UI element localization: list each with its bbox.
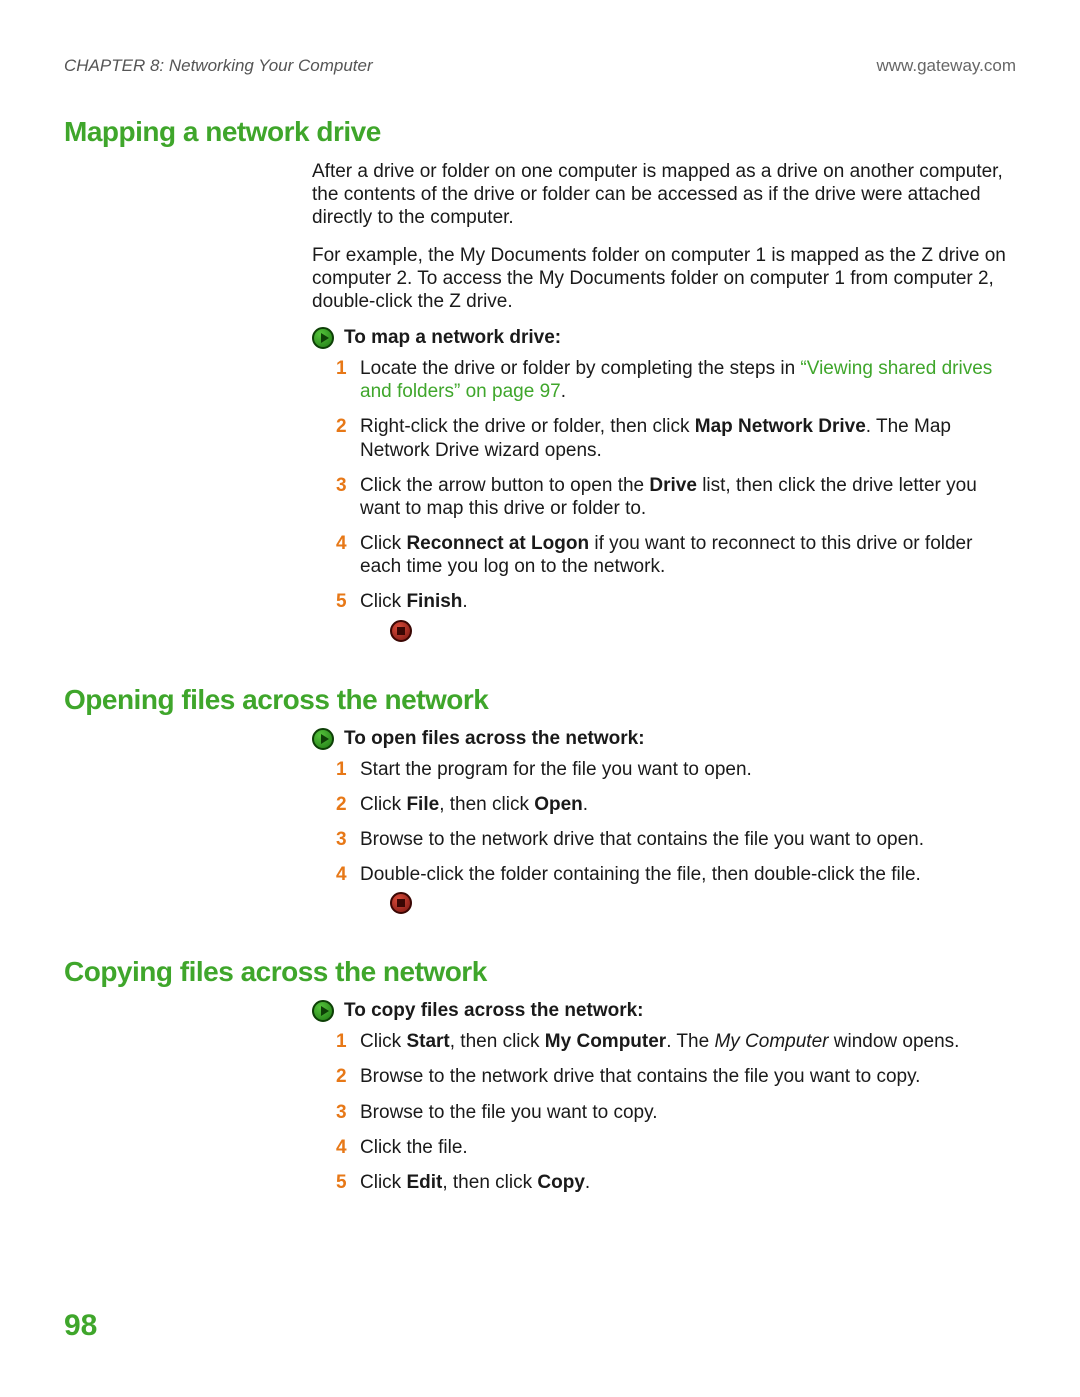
ui-term: Copy [537,1172,585,1193]
step-text: . [462,591,467,612]
step-1: 1 Start the program for the file you wan… [336,758,1016,781]
step-text: , then click [442,1172,537,1193]
step-text: Right-click the drive or folder, then cl… [360,416,695,437]
step-text: . [583,794,588,815]
heading-opening: Opening files across the network [64,684,1016,716]
step-number: 1 [336,1030,347,1053]
mapping-para-2: For example, the My Documents folder on … [312,244,1016,314]
step-text: Locate the drive or folder by completing… [360,358,800,379]
mapping-steps: 1 Locate the drive or folder by completi… [336,357,1016,642]
step-number: 3 [336,1101,347,1124]
step-3: 3 Browse to the network drive that conta… [336,828,1016,851]
step-number: 3 [336,828,347,851]
procedure-title: To map a network drive: [344,327,561,349]
step-3: 3 Click the arrow button to open the Dri… [336,474,1016,520]
step-number: 2 [336,415,347,438]
running-header: CHAPTER 8: Networking Your Computer www.… [64,56,1016,76]
step-number: 4 [336,863,347,886]
step-1: 1 Locate the drive or folder by completi… [336,357,1016,403]
step-text: Click [360,1172,406,1193]
procedure-title: To open files across the network: [344,728,645,750]
heading-mapping: Mapping a network drive [64,116,1016,148]
opening-steps: 1 Start the program for the file you wan… [336,758,1016,915]
step-5: 5 Click Edit, then click Copy. [336,1171,1016,1194]
step-text: Click the arrow button to open the [360,475,649,496]
play-icon [312,327,334,349]
step-text: , then click [439,794,534,815]
step-text: . [585,1172,590,1193]
ui-term: File [406,794,439,815]
step-text: Double-click the folder containing the f… [360,864,921,885]
ui-term: Finish [406,591,462,612]
step-2: 2 Browse to the network drive that conta… [336,1065,1016,1088]
chapter-label: CHAPTER 8: Networking Your Computer [64,56,373,76]
stop-icon [390,620,412,642]
copying-steps: 1 Click Start, then click My Computer. T… [336,1030,1016,1194]
step-text: Click [360,533,406,554]
step-3: 3 Browse to the file you want to copy. [336,1101,1016,1124]
play-icon [312,728,334,750]
step-text: Click [360,591,406,612]
step-number: 5 [336,1171,347,1194]
step-number: 4 [336,1136,347,1159]
step-number: 1 [336,758,347,781]
step-text: Click [360,794,406,815]
step-number: 2 [336,793,347,816]
step-text: Start the program for the file you want … [360,759,752,780]
ui-term: My Computer [545,1031,666,1052]
copying-body: To copy files across the network: 1 Clic… [312,1000,1016,1194]
step-number: 4 [336,532,347,555]
ui-term-italic: My Computer [714,1031,828,1052]
ui-term: Edit [406,1172,442,1193]
manual-page: CHAPTER 8: Networking Your Computer www.… [0,0,1080,1397]
step-text: Browse to the file you want to copy. [360,1102,657,1123]
procedure-title: To copy files across the network: [344,1000,644,1022]
heading-copying: Copying files across the network [64,956,1016,988]
ui-term: Reconnect at Logon [406,533,589,554]
step-4: 4 Click the file. [336,1136,1016,1159]
step-text: . [561,381,566,402]
procedure-heading: To copy files across the network: [312,1000,1016,1022]
step-text: , then click [450,1031,545,1052]
mapping-para-1: After a drive or folder on one computer … [312,160,1016,230]
site-url: www.gateway.com [876,56,1016,76]
step-number: 2 [336,1065,347,1088]
stop-icon [390,892,412,914]
step-text: Click the file. [360,1137,468,1158]
step-1: 1 Click Start, then click My Computer. T… [336,1030,1016,1053]
step-text: . The [666,1031,714,1052]
step-text: Click [360,1031,406,1052]
step-2: 2 Right-click the drive or folder, then … [336,415,1016,461]
page-number: 98 [64,1309,97,1343]
mapping-body: After a drive or folder on one computer … [312,160,1016,642]
step-4: 4 Double-click the folder containing the… [336,863,1016,914]
step-number: 3 [336,474,347,497]
step-number: 1 [336,357,347,380]
procedure-heading: To open files across the network: [312,728,1016,750]
ui-term: Drive [649,475,697,496]
ui-term: Open [534,794,583,815]
step-2: 2 Click File, then click Open. [336,793,1016,816]
procedure-heading: To map a network drive: [312,327,1016,349]
play-icon [312,1000,334,1022]
step-text: Browse to the network drive that contain… [360,1066,920,1087]
opening-body: To open files across the network: 1 Star… [312,728,1016,915]
step-text: window opens. [828,1031,959,1052]
ui-term: Map Network Drive [695,416,866,437]
step-4: 4 Click Reconnect at Logon if you want t… [336,532,1016,578]
step-text: Browse to the network drive that contain… [360,829,924,850]
ui-term: Start [406,1031,449,1052]
step-number: 5 [336,590,347,613]
step-5: 5 Click Finish. [336,590,1016,641]
